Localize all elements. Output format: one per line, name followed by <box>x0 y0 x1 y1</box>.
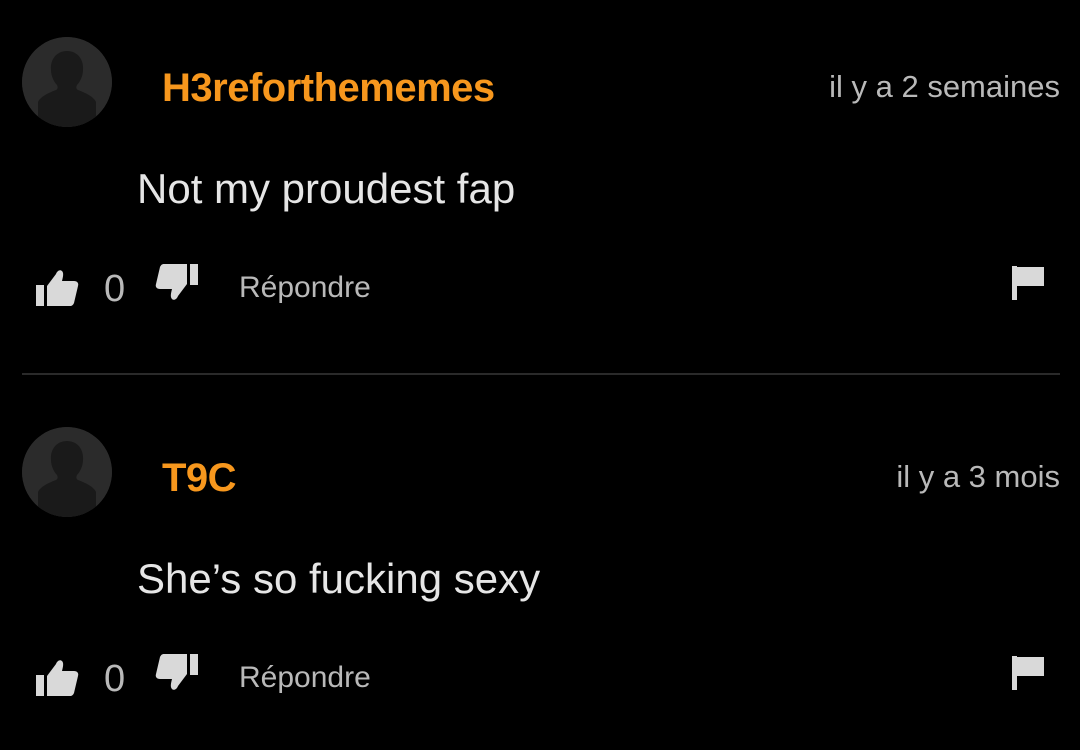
thumbs-down-icon[interactable] <box>152 652 200 694</box>
vote-count: 0 <box>104 268 126 310</box>
comment-timestamp: il y a 3 mois <box>896 459 1060 494</box>
comment-actions: 0 Répondre <box>0 262 1080 316</box>
default-avatar-icon[interactable] <box>22 37 112 127</box>
comment-actions: 0 Répondre <box>0 652 1080 706</box>
comment-divider <box>22 373 1060 375</box>
comment-username[interactable]: H3reforthememes <box>162 64 495 112</box>
comment-text: Not my proudest fap <box>137 165 516 212</box>
flag-icon[interactable] <box>1010 264 1046 302</box>
comment-item: T9C il y a 3 mois She’s so fucking sexy … <box>0 390 1080 750</box>
reply-button[interactable]: Répondre <box>239 658 371 698</box>
comment-timestamp: il y a 2 semaines <box>829 69 1060 104</box>
vote-count: 0 <box>104 658 126 700</box>
default-avatar-icon[interactable] <box>22 427 112 517</box>
thumbs-up-icon[interactable] <box>34 268 80 308</box>
thumbs-down-icon[interactable] <box>152 262 200 304</box>
reply-button[interactable]: Répondre <box>239 268 371 308</box>
flag-icon[interactable] <box>1010 654 1046 692</box>
thumbs-up-icon[interactable] <box>34 658 80 698</box>
comment-username[interactable]: T9C <box>162 454 237 502</box>
comment-item: H3reforthememes il y a 2 semaines Not my… <box>0 0 1080 375</box>
comment-text: She’s so fucking sexy <box>137 555 541 602</box>
